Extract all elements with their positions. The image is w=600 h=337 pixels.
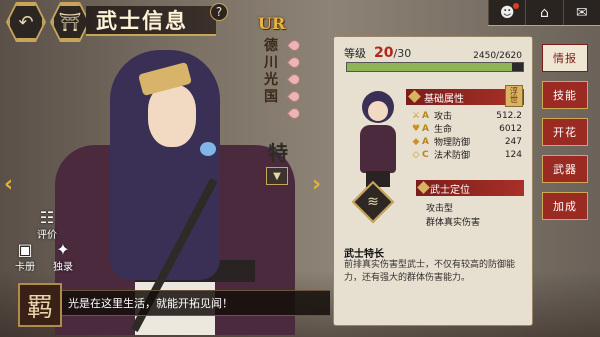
- diamond-icon: [408, 90, 421, 103]
- xp-text: 2450/2620: [473, 51, 522, 61]
- prev-character-arrow[interactable]: ‹: [4, 172, 13, 197]
- avatar-icon: ☻: [499, 4, 515, 21]
- stat-grade: A: [422, 110, 429, 121]
- position-line: 攻击型: [426, 204, 454, 214]
- avatar-button[interactable]: ☻: [488, 0, 525, 25]
- tab-weapon[interactable]: 武器: [542, 155, 588, 183]
- stat-grade: A: [422, 123, 429, 134]
- character-quote: 光是在这里生活，就能开拓见闻！: [58, 290, 330, 316]
- bloom-petals: [286, 37, 303, 125]
- card-album-button[interactable]: ▣ 卡册: [10, 239, 40, 273]
- name-char: 光: [264, 72, 278, 88]
- header: ↶ ⛩ 武士信息 ?: [0, 0, 260, 42]
- home-up-button[interactable]: ⌂: [525, 0, 562, 25]
- tab-bonus[interactable]: 加成: [542, 192, 588, 220]
- tab-skills[interactable]: 技能: [542, 81, 588, 109]
- record-label: 独录: [53, 261, 73, 273]
- stat-name: 法术防御: [434, 151, 471, 161]
- bird-icon: [200, 142, 216, 156]
- side-tabs: 情报 技能 开花 武器 加成: [542, 44, 588, 229]
- level-max: /30: [393, 47, 412, 60]
- position-header: 武士定位: [416, 180, 524, 196]
- next-character-arrow[interactable]: ›: [312, 172, 321, 197]
- character-name: 德 川 光 国: [262, 38, 280, 106]
- stat-value: 6012: [499, 123, 522, 134]
- attack-icon: ⚔: [411, 110, 421, 121]
- stat-value: 124: [504, 149, 522, 160]
- xp-fill: [347, 63, 512, 71]
- level-row: 等级 20/30: [344, 45, 411, 61]
- attribute-badge: 浮 世: [505, 85, 523, 107]
- petal-icon: [286, 54, 303, 71]
- card-album-label: 卡册: [15, 261, 35, 273]
- level-value: 20/30: [374, 45, 411, 61]
- special-kanji: 特: [268, 141, 288, 165]
- position-lines: 攻击型 群体真实伤害: [426, 202, 480, 230]
- page-title: 武士信息: [86, 6, 216, 36]
- help-button[interactable]: ?: [210, 3, 228, 21]
- card-album-icon: ▣: [17, 239, 33, 259]
- tab-info[interactable]: 情报: [542, 44, 588, 72]
- top-right-bar: ☻ ⌂ ✉: [488, 0, 600, 26]
- name-char: 川: [264, 55, 278, 71]
- chibi-portrait: [344, 85, 412, 195]
- stat-row: ◇ C 法术防御 124: [410, 148, 522, 162]
- bond-stamp[interactable]: 羁: [18, 283, 62, 327]
- specialty-title: 武士特长: [344, 249, 384, 260]
- home-up-icon: ⌂: [540, 4, 549, 21]
- rarity-badge: UR: [258, 14, 286, 33]
- stat-row: ⚔ A 攻击 512.2: [410, 109, 522, 123]
- stat-row: ◆ A 物理防御 247: [410, 135, 522, 149]
- stats-list: ⚔ A 攻击 512.2 ♥ A 生命 6012 ◆ A 物理防御 247 ◇ …: [410, 109, 522, 162]
- petal-icon: [286, 88, 303, 105]
- skin-switch-icon[interactable]: ▼: [266, 167, 288, 185]
- record-icon: ✦: [56, 239, 70, 259]
- claw-icon: ≋: [367, 194, 379, 210]
- stat-row: ♥ A 生命 6012: [410, 122, 522, 136]
- position-title: 武士定位: [430, 184, 470, 196]
- position-line: 群体真实伤害: [426, 218, 481, 228]
- character-face: [148, 85, 196, 147]
- petal-icon: [286, 71, 303, 88]
- pdef-icon: ◆: [412, 136, 420, 147]
- shrine-home-icon: ⛩: [58, 11, 82, 33]
- record-button[interactable]: ✦ 独录: [48, 239, 78, 273]
- chibi-body: [360, 125, 396, 173]
- chibi-face: [368, 101, 388, 121]
- back-arrow-icon: ↶: [18, 11, 34, 33]
- hp-icon: ♥: [411, 123, 421, 134]
- rating-icon: ☷: [39, 207, 55, 227]
- specialty-text: 前排真实伤害型武士，不仅有较高的防御能力，还有强大的群体伤害能力。: [344, 260, 516, 283]
- rating-button[interactable]: ☷ 评价: [32, 207, 62, 241]
- level-current: 20: [374, 45, 394, 61]
- diamond-icon: [417, 181, 430, 194]
- attributes-title: 基础属性: [424, 93, 464, 105]
- petal-icon: [286, 105, 303, 122]
- tab-bloom[interactable]: 开花: [542, 118, 588, 146]
- stat-value: 512.2: [496, 110, 522, 121]
- mail-icon: ✉: [575, 4, 588, 21]
- xp-bar: [346, 62, 524, 72]
- level-label: 等级: [344, 47, 366, 60]
- stat-grade: C: [422, 149, 429, 160]
- name-char: 德: [264, 38, 278, 54]
- name-char: 国: [264, 89, 278, 105]
- mail-button[interactable]: ✉: [562, 0, 600, 25]
- stat-value: 247: [504, 136, 522, 147]
- stat-grade: A: [422, 136, 429, 147]
- petal-icon: [286, 37, 303, 54]
- notification-dot: [513, 3, 520, 9]
- stat-name: 物理防御: [434, 138, 471, 148]
- info-panel: 等级 20/30 2450/2620 基础属性 浮 世 ⚔ A 攻击 512.2…: [333, 36, 533, 326]
- stat-name: 攻击: [434, 112, 453, 122]
- stat-name: 生命: [434, 125, 453, 135]
- rating-label: 评价: [37, 229, 57, 241]
- mdef-icon: ◇: [412, 149, 420, 160]
